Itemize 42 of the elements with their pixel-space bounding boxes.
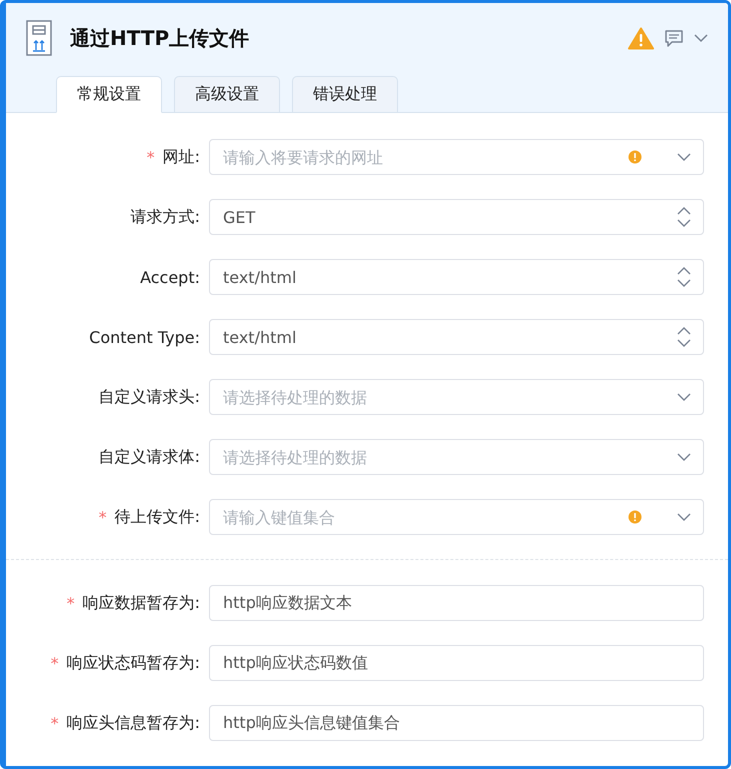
up-down-icon (677, 207, 691, 227)
field-label: 响应头信息暂存为: (66, 712, 200, 734)
up-down-icon (677, 267, 691, 287)
tab[interactable]: 常规设置 (56, 76, 162, 113)
comment-icon[interactable] (664, 28, 684, 48)
required-mark: * (50, 714, 59, 732)
input-field[interactable]: http响应头信息键值集合 (209, 705, 704, 741)
chevron-down-icon (677, 153, 691, 161)
field-label: 响应状态码暂存为: (66, 652, 200, 674)
field-label: Accept: (140, 268, 200, 286)
field-label: 网址: (162, 146, 200, 168)
input-field[interactable]: http响应状态码数值 (209, 645, 704, 681)
window-title: 通过HTTP上传文件 (70, 24, 250, 52)
warning-dot-icon (628, 150, 642, 164)
select-field[interactable]: 请输入将要请求的网址 (209, 139, 704, 175)
field-label: 请求方式: (130, 206, 200, 228)
required-mark: * (98, 508, 107, 526)
warning-dot-icon (628, 510, 642, 524)
warning-icon[interactable] (628, 26, 654, 50)
tab[interactable]: 高级设置 (174, 76, 280, 113)
field-label: Content Type: (89, 328, 200, 346)
tab[interactable]: 错误处理 (292, 76, 398, 113)
up-down-icon (677, 327, 691, 347)
select-field[interactable]: GET (209, 199, 704, 235)
field-label: 自定义请求体: (98, 446, 200, 468)
document-upload-icon (26, 20, 52, 56)
select-field[interactable]: text/html (209, 319, 704, 355)
field-label: 响应数据暂存为: (82, 592, 200, 614)
required-mark: * (66, 594, 75, 612)
select-field[interactable]: text/html (209, 259, 704, 295)
chevron-down-icon[interactable] (694, 34, 708, 42)
select-field[interactable]: 请选择待处理的数据 (209, 439, 704, 475)
select-field[interactable]: 请选择待处理的数据 (209, 379, 704, 415)
required-mark: * (50, 654, 59, 672)
chevron-down-icon (677, 393, 691, 401)
field-label: 自定义请求头: (98, 386, 200, 408)
field-label: 待上传文件: (114, 506, 200, 528)
required-mark: * (146, 148, 155, 166)
select-field[interactable]: 请输入键值集合 (209, 499, 704, 535)
input-field[interactable]: http响应数据文本 (209, 585, 704, 621)
chevron-down-icon (677, 453, 691, 461)
chevron-down-icon (677, 513, 691, 521)
